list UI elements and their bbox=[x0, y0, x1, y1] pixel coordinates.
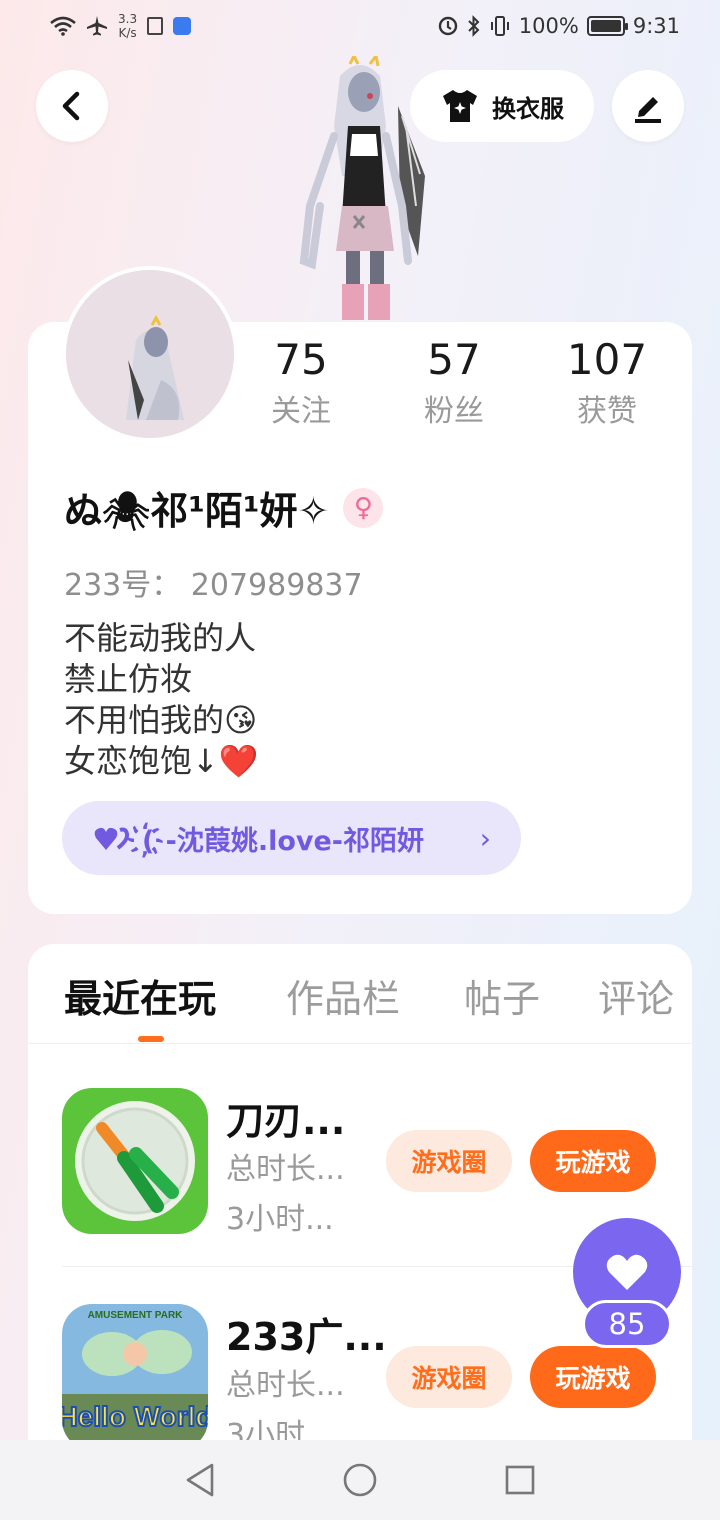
tab-comments[interactable]: 评论 bbox=[598, 968, 674, 1023]
game-icon bbox=[62, 1088, 208, 1234]
battery-percent: 100% bbox=[518, 14, 579, 38]
game-circle-button[interactable]: 游戏圈 bbox=[386, 1130, 512, 1192]
stat-likes[interactable]: 107 获赞 bbox=[537, 334, 677, 434]
tab-works[interactable]: 作品栏 bbox=[286, 968, 400, 1023]
following-label: 关注 bbox=[271, 394, 331, 429]
battery-icon bbox=[586, 16, 628, 36]
change-outfit-button[interactable]: 换衣服 bbox=[410, 70, 594, 142]
tab-posts[interactable]: 帖子 bbox=[464, 968, 540, 1023]
bio-line: 禁止仿妆 bbox=[64, 660, 193, 698]
tab-recent-play[interactable]: 最近在玩 bbox=[64, 968, 216, 1023]
stat-following[interactable]: 75 关注 bbox=[231, 334, 371, 434]
user-id[interactable]: 233号： 207989837 bbox=[64, 560, 363, 604]
back-nav-icon[interactable] bbox=[184, 1462, 216, 1498]
play-game-button[interactable]: 玩游戏 bbox=[530, 1130, 656, 1192]
cp-label: (҉-沈葭姚.love-祁陌妍 bbox=[142, 825, 425, 857]
avatar-figure bbox=[299, 56, 425, 320]
file-icon bbox=[147, 17, 164, 35]
status-bar: 3.3 K/s 100% 9:31 bbox=[0, 0, 720, 56]
vibrate-icon bbox=[490, 16, 509, 36]
change-outfit-label: 换衣服 bbox=[492, 94, 564, 123]
cp-relationship-link[interactable]: (҉-沈葭姚.love-祁陌妍 › bbox=[62, 801, 521, 875]
system-nav-bar bbox=[0, 1440, 720, 1520]
game-duration-label: 总时长... bbox=[226, 1152, 345, 1187]
pencil-icon bbox=[635, 97, 661, 123]
home-nav-icon[interactable] bbox=[342, 1462, 378, 1498]
edit-profile-button[interactable] bbox=[612, 70, 684, 142]
shield-icon bbox=[173, 17, 192, 35]
game-duration-label: 总时长... bbox=[226, 1368, 345, 1403]
likes-label: 获赞 bbox=[577, 394, 637, 429]
game-icon-title: Hello World bbox=[62, 1401, 208, 1432]
avatar-image bbox=[66, 270, 234, 438]
profile-avatar[interactable] bbox=[62, 266, 238, 442]
wifi-icon bbox=[50, 16, 76, 36]
game-circle-button[interactable]: 游戏圈 bbox=[386, 1346, 512, 1408]
female-icon: ♀ bbox=[343, 487, 384, 528]
shirt-icon bbox=[443, 90, 477, 122]
heart-icon bbox=[606, 1254, 648, 1290]
user-bio: 不能动我的人 禁止仿妆 不用怕我的😘 女恋饱饱↓❤️ bbox=[64, 618, 259, 782]
bio-line: 不用怕我的😘 bbox=[64, 701, 258, 739]
stat-fans[interactable]: 57 粉丝 bbox=[384, 334, 524, 434]
likes-count: 107 bbox=[566, 335, 648, 384]
bio-line: 女恋饱饱↓❤️ bbox=[64, 742, 259, 780]
game-icon-caption: AMUSEMENT PARK bbox=[88, 1310, 184, 1321]
game-duration-value: 3小时... bbox=[226, 1202, 334, 1237]
bio-line: 不能动我的人 bbox=[64, 619, 257, 657]
like-count: 85 bbox=[582, 1300, 672, 1348]
name-row: ぬ🕷祁¹陌¹妍✧ ♀ bbox=[64, 480, 384, 535]
chevron-right-icon: › bbox=[479, 821, 491, 855]
activity-card: 最近在玩 作品栏 帖子 评论 刀刃... 总时长... 3小时... 游戏圈 玩… bbox=[28, 944, 692, 1464]
game-icon: AMUSEMENT PARK Hello World bbox=[62, 1304, 208, 1450]
data-saver-icon bbox=[438, 16, 457, 36]
bluetooth-icon bbox=[468, 15, 480, 37]
active-tab-indicator bbox=[138, 1036, 164, 1042]
tab-bar: 最近在玩 作品栏 帖子 评论 bbox=[28, 944, 692, 1044]
back-button[interactable] bbox=[36, 70, 108, 142]
clock: 9:31 bbox=[632, 14, 680, 38]
network-speed: 3.3 K/s bbox=[118, 12, 138, 40]
airplane-icon bbox=[87, 16, 107, 36]
following-count: 75 bbox=[274, 335, 328, 384]
recents-nav-icon[interactable] bbox=[504, 1464, 536, 1496]
chevron-left-icon bbox=[62, 91, 80, 121]
play-game-button[interactable]: 玩游戏 bbox=[530, 1346, 656, 1408]
fans-label: 粉丝 bbox=[424, 394, 484, 429]
game-title: 刀刃... bbox=[226, 1099, 346, 1143]
user-name: ぬ🕷祁¹陌¹妍✧ bbox=[64, 489, 330, 533]
double-heart-icon bbox=[94, 827, 130, 850]
game-title: 233广... bbox=[226, 1315, 387, 1359]
fans-count: 57 bbox=[427, 335, 481, 384]
